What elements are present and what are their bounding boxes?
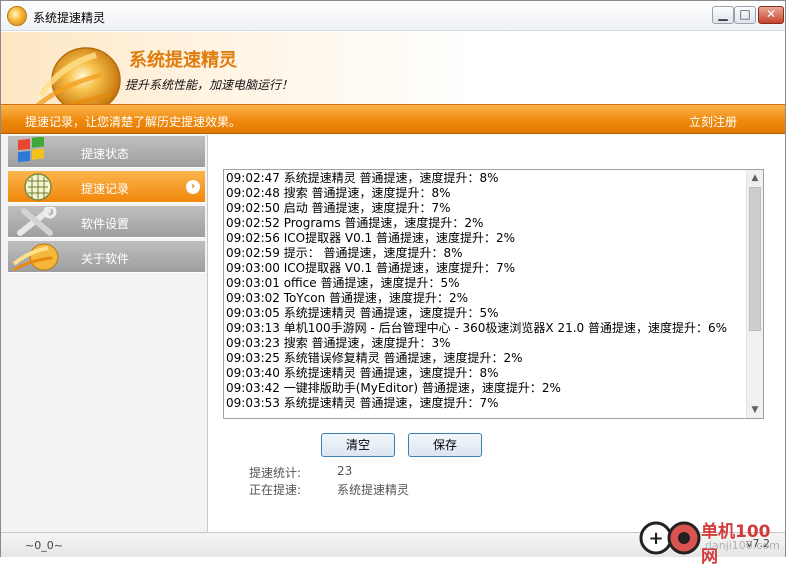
- log-line: 09:03:42 一键排版助手(MyEditor) 普通提速，速度提升：2%: [226, 381, 561, 395]
- log-line: 09:02:48 搜索 普通提速，速度提升：8%: [226, 186, 451, 200]
- stats-count-value: 23: [337, 464, 353, 478]
- current-target-value: 系统提速精灵: [337, 483, 410, 497]
- sidebar-item-status[interactable]: 提速状态: [8, 136, 205, 168]
- section-description: 提速记录，让您清楚了解历史提速效果。: [25, 115, 242, 129]
- sidebar-item-label: 提速状态: [81, 147, 130, 161]
- log-line: 09:03:23 搜索 普通提速，速度提升：3%: [226, 336, 451, 350]
- section-strip: 提速记录，让您清楚了解历史提速效果。 立刻注册: [1, 104, 785, 134]
- scroll-thumb[interactable]: [749, 187, 761, 331]
- header-banner: 系统提速精灵 提升系统性能，加速电脑运行！: [1, 32, 785, 119]
- windows-logo-icon: [18, 137, 44, 163]
- sidebar-item-about[interactable]: 关于软件: [8, 241, 205, 273]
- record-grid-icon: [24, 173, 52, 201]
- log-line: 09:03:01 office 普通提速，速度提升：5%: [226, 276, 460, 290]
- sidebar-item-settings[interactable]: 软件设置: [8, 206, 205, 238]
- app-window: 系统提速精灵 ▁ □ ✕ 系统提速精灵 提升系统性能，加速电脑运行！ 提速记录，…: [0, 0, 786, 567]
- tools-icon: [17, 207, 57, 236]
- scroll-up-arrow-icon[interactable]: ▲: [747, 170, 763, 186]
- sidebar-item-label: 提速记录: [81, 182, 130, 196]
- log-line: 09:02:50 启动 普通提速，速度提升：7%: [226, 201, 451, 215]
- sidebar: 提速状态 提速记录 › 软件设置 关于软件: [1, 135, 208, 532]
- log-line: 09:02:59 提示： 普通提速，速度提升：8%: [226, 246, 463, 260]
- window-title: 系统提速精灵: [33, 11, 106, 25]
- watermark-url: danji100.com: [705, 539, 780, 552]
- log-lines: 09:02:47 系统提速精灵 普通提速，速度提升：8% 09:02:48 搜索 …: [226, 171, 746, 411]
- vertical-scrollbar[interactable]: ▲ ▼: [746, 170, 763, 418]
- record-log-list[interactable]: 09:02:47 系统提速精灵 普通提速，速度提升：8% 09:02:48 搜索 …: [223, 169, 764, 419]
- current-target-label: 正在提速:: [249, 483, 302, 497]
- clear-button[interactable]: 清空: [321, 433, 395, 457]
- chevron-right-icon: ›: [186, 180, 200, 194]
- log-line: 09:03:40 系统提速精灵 普通提速，速度提升：8%: [226, 366, 499, 380]
- minimize-button[interactable]: ▁: [712, 6, 734, 24]
- log-line: 09:02:52 Programs 普通提速，速度提升：2%: [226, 216, 484, 230]
- sidebar-item-records[interactable]: 提速记录 ›: [8, 171, 205, 203]
- log-line: 09:02:47 系统提速精灵 普通提速，速度提升：8%: [226, 171, 499, 185]
- sidebar-item-label: 软件设置: [81, 217, 130, 231]
- log-line: 09:03:00 ICO提取器 V0.1 普通提速，速度提升：7%: [226, 261, 516, 275]
- log-line: 09:03:53 系统提速精灵 普通提速，速度提升：7%: [226, 396, 499, 410]
- register-link[interactable]: 立刻注册: [689, 113, 737, 130]
- log-line: 09:03:25 系统错误修复精灵 普通提速，速度提升：2%: [226, 351, 523, 365]
- log-line: 09:03:13 单机100手游网 - 后台管理中心 - 360极速浏览器X 2…: [226, 321, 728, 335]
- banner-subtitle: 提升系统性能，加速电脑运行！: [125, 78, 294, 92]
- log-line: 09:03:02 ToYcon 普通提速，速度提升：2%: [226, 291, 469, 305]
- stats-count-label: 提速统计:: [249, 466, 302, 480]
- banner-title: 系统提速精灵: [129, 50, 237, 71]
- maximize-button[interactable]: □: [734, 6, 756, 24]
- close-button[interactable]: ✕: [758, 6, 784, 24]
- app-logo-icon: [12, 243, 59, 272]
- save-button[interactable]: 保存: [408, 433, 482, 457]
- title-bar[interactable]: 系统提速精灵 ▁ □ ✕: [1, 1, 785, 31]
- svg-text:+: +: [648, 528, 663, 549]
- scroll-down-arrow-icon[interactable]: ▼: [747, 402, 763, 418]
- log-line: 09:02:56 ICO提取器 V0.1 普通提速，速度提升：2%: [226, 231, 516, 245]
- app-logo-icon: [7, 6, 27, 26]
- status-text: ~0_0~: [25, 539, 63, 552]
- log-line: 09:03:05 系统提速精灵 普通提速，速度提升：5%: [226, 306, 499, 320]
- sidebar-item-label: 关于软件: [81, 252, 130, 266]
